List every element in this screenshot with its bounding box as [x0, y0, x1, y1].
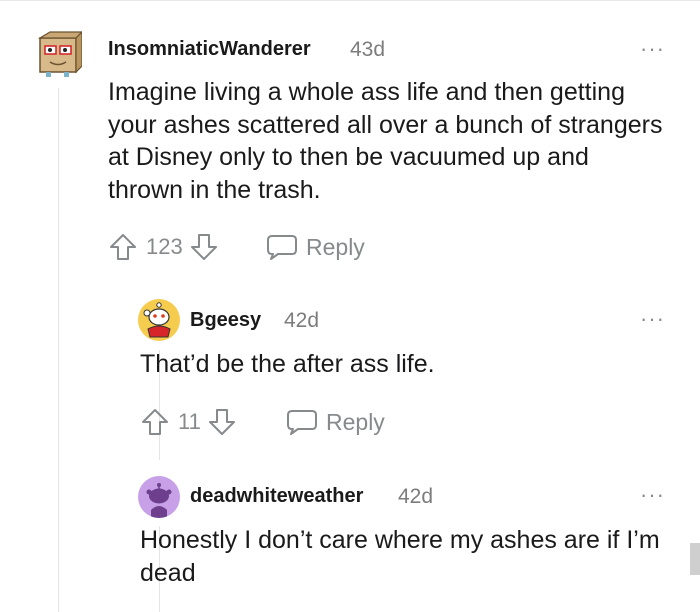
scrollbar-thumb[interactable]: [690, 543, 700, 575]
default-snoo-avatar-icon[interactable]: [138, 476, 180, 518]
more-options-button[interactable]: ···: [640, 484, 665, 506]
comment-reply: deadwhiteweather 42d ··· Honestly I don’…: [0, 0, 700, 612]
comment-body: Honestly I don’t care where my ashes are…: [140, 526, 660, 587]
comment-timestamp[interactable]: 42d: [398, 485, 433, 509]
comment-username[interactable]: deadwhiteweather: [190, 485, 363, 508]
